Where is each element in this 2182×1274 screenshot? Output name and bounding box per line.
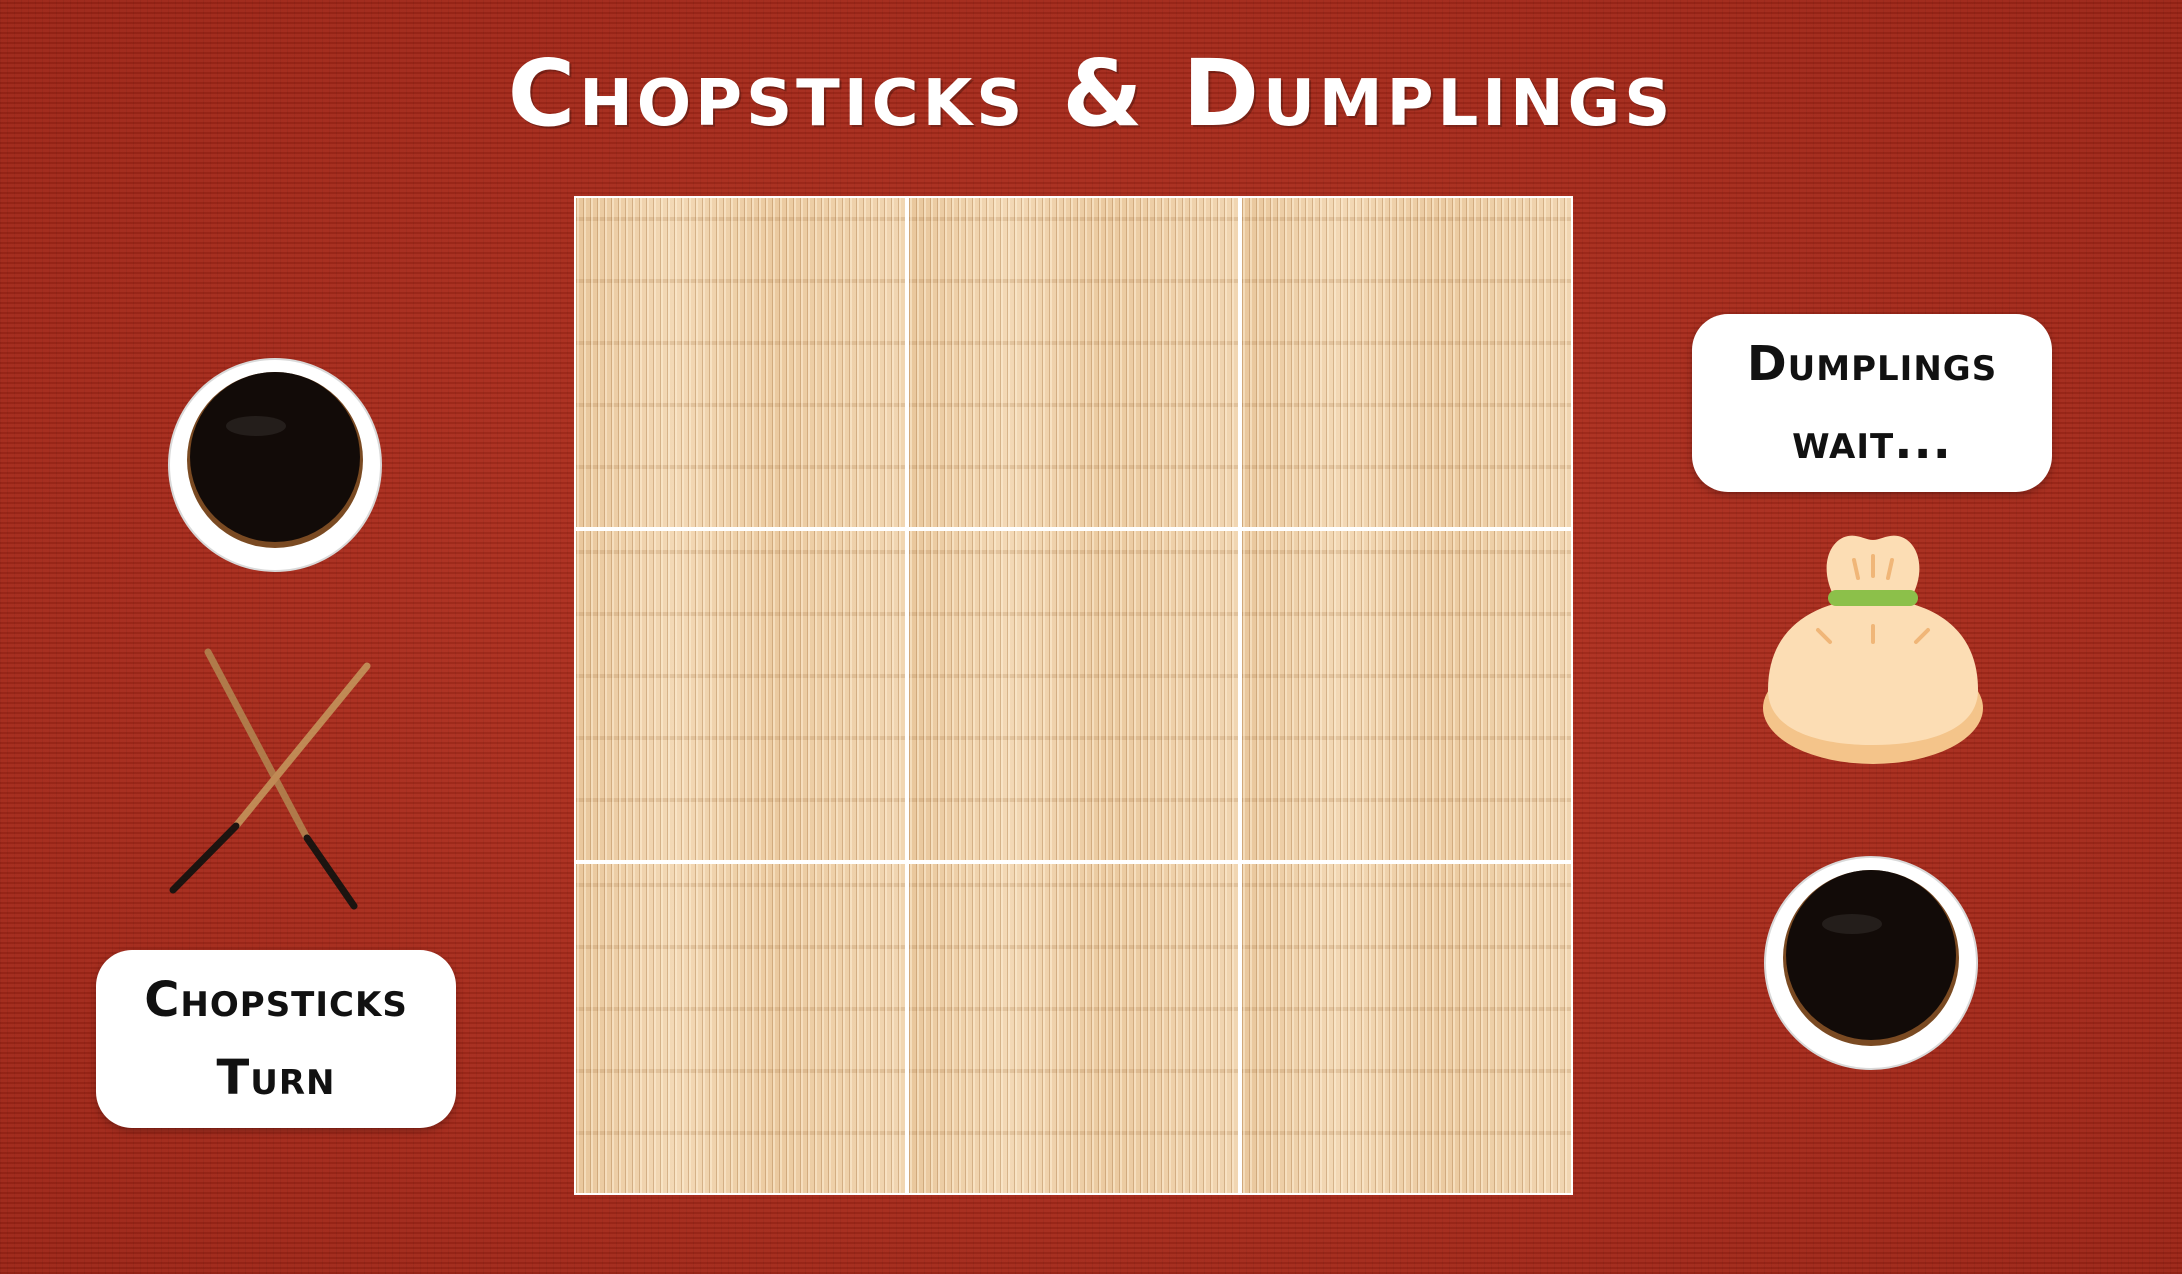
chopsticks-status: Chopsticks Turn: [96, 950, 456, 1128]
chopsticks-icon: [169, 648, 371, 910]
board-cell-2[interactable]: [909, 198, 1238, 527]
board-cell-8[interactable]: [909, 864, 1238, 1193]
dumpling-icon: [1763, 535, 1983, 764]
chopsticks-status-line1: Chopsticks: [144, 972, 408, 1028]
board-cell-4[interactable]: [576, 531, 905, 860]
soy-sauce-bowl-icon: [168, 358, 382, 572]
board-cell-9[interactable]: [1242, 864, 1571, 1193]
dumplings-status: Dumplings wait...: [1692, 314, 2052, 492]
board-cell-6[interactable]: [1242, 531, 1571, 860]
dumplings-status-line1: Dumplings: [1746, 336, 1998, 392]
soy-sauce-bowl-icon: [1764, 856, 1978, 1070]
board-cell-3[interactable]: [1242, 198, 1571, 527]
board-cell-1[interactable]: [576, 198, 905, 527]
game-title: Chopsticks & Dumplings: [507, 40, 1675, 147]
chopsticks-status-line2: Turn: [216, 1050, 336, 1106]
board-cell-7[interactable]: [576, 864, 905, 1193]
game-board: [574, 196, 1573, 1195]
dumplings-status-line2: wait...: [1792, 414, 1952, 470]
board-cell-5[interactable]: [909, 531, 1238, 860]
